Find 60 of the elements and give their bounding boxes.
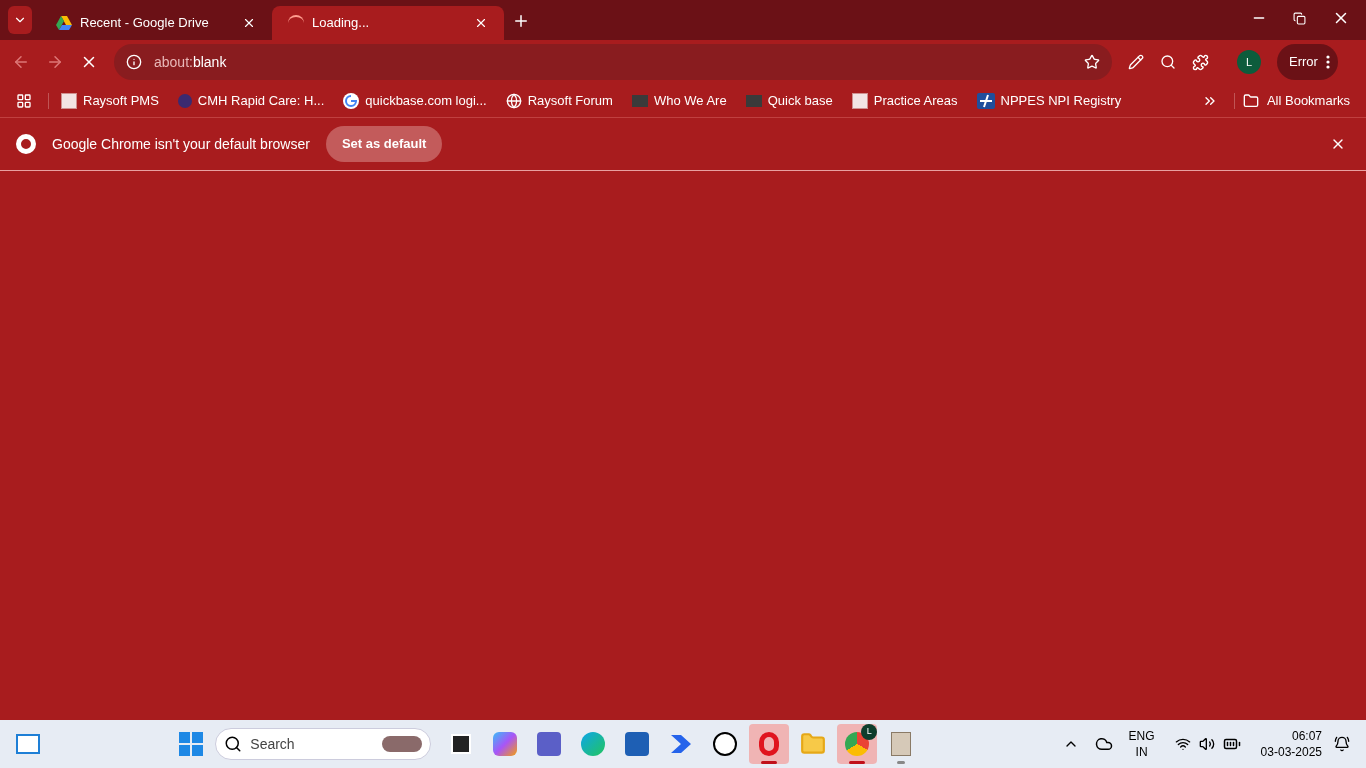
infobar-message: Google Chrome isn't your default browser — [52, 134, 310, 154]
browser-logo-icon — [16, 134, 36, 154]
running-indicator — [897, 761, 906, 764]
bookmark-link[interactable]: Raysoft PMS — [61, 90, 159, 111]
apps-grid-icon[interactable] — [16, 92, 32, 109]
profile-badge: L — [861, 724, 878, 740]
url-text: about:blank — [154, 52, 228, 72]
error-button[interactable]: Error — [1277, 44, 1338, 80]
tab-title: Recent - Google Drive — [80, 14, 210, 33]
tab-search-button[interactable] — [8, 6, 32, 34]
globe-icon — [505, 92, 522, 109]
browser-tab[interactable]: Loading... — [272, 6, 504, 40]
menu-icon — [1325, 55, 1330, 69]
volume-icon[interactable] — [1198, 736, 1215, 752]
cloud-sync-icon[interactable] — [1094, 735, 1113, 753]
set-as-default-button[interactable]: Set as default — [325, 126, 443, 162]
widgets-icon[interactable] — [16, 734, 40, 754]
running-indicator — [761, 761, 778, 764]
taskbar-app[interactable]: L — [837, 724, 878, 764]
slash-flag-icon — [976, 92, 995, 109]
dot-favicon-icon — [177, 93, 192, 108]
search-icon[interactable] — [1160, 54, 1176, 70]
bookmark-star-icon[interactable] — [1084, 54, 1100, 70]
bookmark-link[interactable]: Raysoft Forum — [505, 90, 613, 111]
google-icon — [343, 92, 360, 109]
running-indicator — [849, 761, 866, 764]
start-icon[interactable] — [179, 732, 204, 756]
restore-icon[interactable] — [1293, 11, 1306, 25]
tab-title: Loading... — [312, 14, 371, 33]
new-tab-icon[interactable] — [512, 12, 530, 30]
avatar[interactable]: L — [1237, 50, 1261, 74]
info-icon[interactable] — [126, 54, 142, 70]
close-tab-icon[interactable] — [474, 16, 488, 30]
pencil-icon[interactable] — [1128, 54, 1144, 70]
search-icon — [224, 735, 243, 753]
site-favicon-icon — [851, 92, 868, 109]
browser-logo-icon — [845, 732, 870, 756]
close-tab-icon[interactable] — [242, 16, 256, 30]
browser-tab[interactable]: Recent - Google Drive — [40, 6, 272, 40]
clock[interactable]: 06:07 03-03-2025 — [1260, 728, 1322, 760]
notification-icon[interactable] — [1334, 736, 1350, 752]
address-bar[interactable]: about:blank — [114, 44, 1112, 80]
bookmark-link[interactable]: Quick base — [745, 90, 833, 111]
bookmark-link[interactable]: Practice Areas — [851, 90, 958, 111]
bookmark-link[interactable]: CMH Rapid Care: H... — [177, 90, 325, 111]
search-field[interactable]: Search — [215, 728, 432, 760]
bookmark-link[interactable]: quickbase.com logi... — [343, 90, 487, 111]
ring-logo-icon — [759, 732, 780, 756]
folder-icon — [1242, 92, 1259, 109]
language-indicator[interactable]: ENG IN — [1128, 728, 1155, 760]
site-favicon-icon — [61, 92, 77, 109]
folder-icon — [800, 731, 827, 757]
bookmark-link[interactable]: Who We Are — [631, 90, 727, 111]
dark-favicon-icon — [745, 94, 762, 107]
wifi-icon[interactable] — [1174, 736, 1191, 752]
drive-icon — [56, 16, 72, 30]
bookmark-link[interactable]: NPPES NPI Registry — [976, 90, 1122, 111]
extensions-icon[interactable] — [1192, 53, 1209, 71]
dark-favicon-icon — [631, 94, 648, 107]
all-bookmarks-link[interactable]: All Bookmarks — [1242, 90, 1350, 111]
